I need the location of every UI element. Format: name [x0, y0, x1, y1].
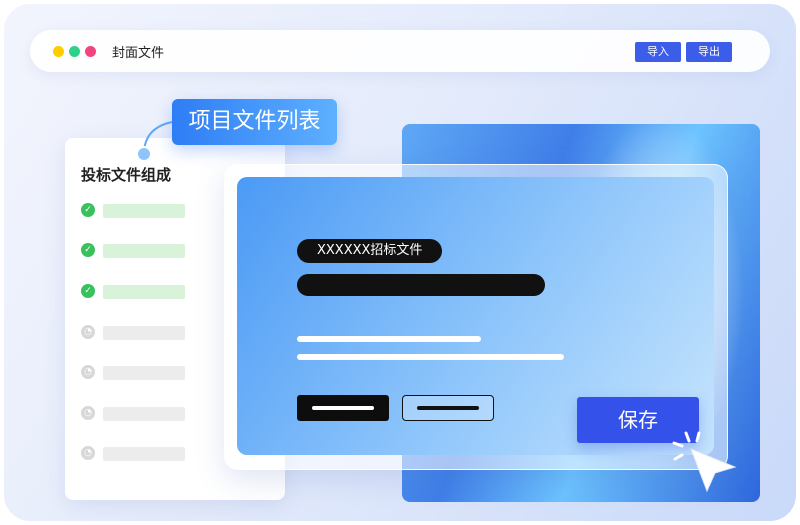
- sidebar-item[interactable]: ◔: [81, 324, 191, 340]
- sidebar-item-placeholder: [103, 407, 185, 421]
- sidebar-item-placeholder: [103, 447, 185, 461]
- secondary-action-button[interactable]: [402, 395, 494, 421]
- window-minimize-dot[interactable]: [53, 46, 64, 57]
- clock-icon: ◔: [81, 406, 95, 420]
- title-bar: 封面文件 导入 导出: [30, 30, 770, 72]
- clock-icon: ◔: [81, 446, 95, 460]
- sidebar-item-placeholder: [103, 285, 185, 299]
- app-frame: 封面文件 导入 导出 投标文件组成 ✓ ✓ ✓ ◔ ◔ ◔ ◔ 项目文件列表 X…: [4, 4, 796, 521]
- sidebar-item[interactable]: ✓: [81, 202, 191, 218]
- sidebar-item[interactable]: ✓: [81, 242, 191, 258]
- sidebar-item[interactable]: ◔: [81, 405, 191, 421]
- export-button[interactable]: 导出: [686, 42, 732, 62]
- project-file-list-tooltip: 项目文件列表: [172, 99, 337, 145]
- document-subtitle-placeholder: [297, 274, 545, 296]
- text-line-placeholder: [297, 336, 481, 342]
- mouse-pointer-icon: [672, 431, 737, 493]
- sidebar-item[interactable]: ◔: [81, 364, 191, 380]
- primary-action-button[interactable]: [297, 395, 389, 421]
- clock-icon: ◔: [81, 325, 95, 339]
- check-circle-icon: ✓: [81, 243, 95, 257]
- sidebar-item-placeholder: [103, 244, 185, 258]
- check-circle-icon: ✓: [81, 284, 95, 298]
- document-title-badge: XXXXXX招标文件: [297, 239, 443, 263]
- text-line-placeholder: [297, 354, 564, 360]
- sidebar-item-placeholder: [103, 366, 185, 380]
- button-label-placeholder: [312, 406, 374, 410]
- sidebar-item[interactable]: ◔: [81, 445, 191, 461]
- window-title: 封面文件: [112, 46, 165, 61]
- button-label-placeholder: [417, 406, 479, 410]
- check-circle-icon: ✓: [81, 203, 95, 217]
- sidebar-item[interactable]: ✓: [81, 283, 191, 299]
- sidebar-item-placeholder: [103, 326, 185, 340]
- sidebar-title: 投标文件组成: [81, 166, 172, 184]
- window-maximize-dot[interactable]: [69, 46, 80, 57]
- clock-icon: ◔: [81, 365, 95, 379]
- sidebar-item-placeholder: [103, 204, 185, 218]
- import-button[interactable]: 导入: [635, 42, 681, 62]
- window-close-dot[interactable]: [85, 46, 96, 57]
